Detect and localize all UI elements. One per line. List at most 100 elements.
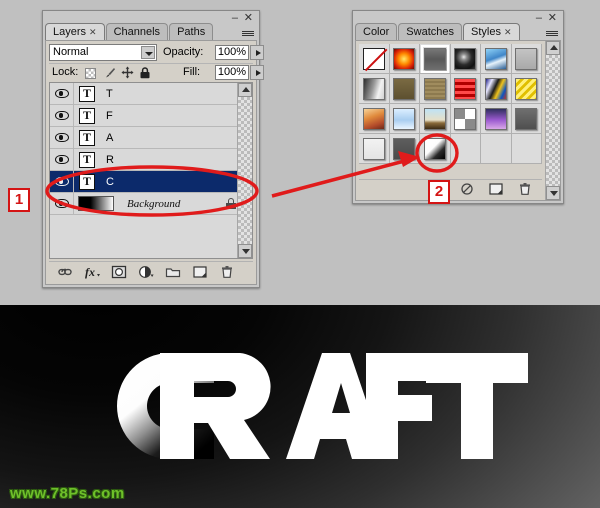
transparent-pixels-icon[interactable] [85,68,96,79]
style-cell[interactable] [389,104,420,134]
style-cell[interactable] [450,74,481,104]
fill-stepper[interactable] [250,65,264,80]
tab-close-icon[interactable]: ✕ [89,24,97,40]
style-cell[interactable] [359,44,390,74]
layers-panel-menu-icon[interactable] [240,27,256,39]
tab-styles[interactable]: Styles ✕ [463,23,520,40]
medium-gray-swatch[interactable] [393,137,416,160]
brush-icon[interactable] [103,67,116,80]
styles-window-buttons[interactable]: – ✕ [525,13,559,25]
new-fill-adjustment-icon[interactable] [138,265,154,279]
style-cell[interactable] [481,44,512,74]
olive-brown-swatch[interactable] [393,77,416,100]
styles-panel-tabs[interactable]: Color Swatches Styles ✕ [355,23,521,40]
white-black-gradient-swatch[interactable] [423,137,446,160]
layer-visibility-toggle[interactable] [50,127,74,148]
table-row[interactable]: T F [50,105,252,127]
layer-thumbnail[interactable]: T [74,173,100,190]
silver-fade-swatch[interactable] [362,77,385,100]
tab-layers[interactable]: Layers ✕ [45,23,105,40]
style-cell[interactable] [511,74,542,104]
minimize-icon[interactable]: – [232,13,238,24]
blue-sky-swatch[interactable] [484,47,507,70]
close-icon[interactable]: ✕ [244,13,253,24]
close-icon[interactable]: ✕ [548,13,557,24]
layer-thumbnail[interactable]: T [74,107,100,124]
lock-all-icon[interactable] [139,67,151,79]
purple-gradient-swatch[interactable] [484,107,507,130]
tab-color[interactable]: Color [355,23,398,40]
layers-panel[interactable]: – ✕ Layers ✕ Channels Paths Normal Opaci… [42,10,264,288]
dark-swirl-swatch[interactable] [454,47,477,70]
minimize-icon[interactable]: – [536,13,542,24]
style-cell[interactable] [359,104,390,134]
gray-button-swatch[interactable] [420,44,449,73]
light-gray-swatch[interactable] [515,47,538,70]
layer-visibility-toggle[interactable] [50,83,74,104]
tab-paths[interactable]: Paths [169,23,214,40]
tab-close-icon[interactable]: ✕ [504,24,512,40]
scroll-down-icon[interactable] [238,244,252,258]
red-stripes-swatch[interactable] [454,77,477,100]
tab-channels[interactable]: Channels [105,23,169,40]
style-cell[interactable] [359,74,390,104]
tan-texture-swatch[interactable] [423,77,446,100]
blend-mode-select[interactable]: Normal [49,44,157,61]
layer-thumbnail[interactable]: T [74,151,100,168]
scroll-up-icon[interactable] [546,41,560,55]
fill-input[interactable]: 100% [215,65,249,80]
scrollbar-track[interactable] [238,97,252,244]
table-row[interactable]: T A [50,127,252,149]
table-row[interactable]: T C [50,171,252,193]
colorful-paint-swatch[interactable] [484,77,507,100]
link-layers-icon[interactable] [57,265,72,279]
tab-swatches[interactable]: Swatches [398,23,462,40]
styles-scrollbar[interactable] [545,41,560,200]
new-layer-icon[interactable] [192,265,207,279]
layers-panel-tabs[interactable]: Layers ✕ Channels Paths [45,23,214,40]
sunset-gradient-swatch[interactable] [362,107,385,130]
delete-layer-icon[interactable] [219,265,234,279]
new-style-icon[interactable] [488,182,503,196]
style-cell[interactable] [450,44,481,74]
layer-visibility-toggle[interactable] [50,105,74,126]
table-row[interactable]: T T [50,83,252,105]
layers-window-buttons[interactable]: – ✕ [221,13,255,25]
pale-blue-swatch[interactable] [393,107,416,130]
flat-gray-swatch[interactable] [515,107,538,130]
clear-style-icon[interactable] [459,182,474,196]
move-icon[interactable] [121,66,134,79]
style-cell[interactable] [389,134,420,164]
opacity-stepper[interactable] [250,45,264,60]
new-group-icon[interactable] [165,265,181,279]
styles-bottom-toolbar[interactable] [359,179,542,197]
style-cell[interactable] [481,104,512,134]
default-none-swatch[interactable] [362,47,385,70]
yellow-foil-swatch[interactable] [515,77,538,100]
landscape-swatch[interactable] [423,107,446,130]
delete-style-icon[interactable] [517,182,532,196]
red-glow-swatch[interactable] [393,47,416,70]
layer-thumbnail[interactable]: T [74,85,100,102]
layer-list-scrollbar[interactable] [237,83,252,258]
scroll-up-icon[interactable] [238,83,252,97]
styles-panel-menu-icon[interactable] [544,27,560,39]
style-cell[interactable] [420,74,451,104]
table-row[interactable]: T R [50,149,252,171]
style-cell[interactable] [420,104,451,134]
style-cell[interactable] [511,104,542,134]
style-cell[interactable] [389,74,420,104]
add-layer-mask-icon[interactable] [111,265,127,279]
style-cell[interactable] [359,134,390,164]
layer-visibility-toggle[interactable] [50,149,74,170]
style-cell[interactable] [511,44,542,74]
style-cell[interactable] [389,44,420,74]
style-cell[interactable] [420,44,451,74]
layer-thumbnail[interactable] [74,196,118,211]
chevron-down-icon[interactable] [141,46,155,59]
layers-bottom-toolbar[interactable]: fx [49,261,253,281]
style-cell[interactable] [420,134,451,164]
layer-visibility-toggle[interactable] [50,193,74,214]
styles-grid[interactable] [359,44,542,164]
layer-visibility-toggle[interactable] [50,171,74,192]
